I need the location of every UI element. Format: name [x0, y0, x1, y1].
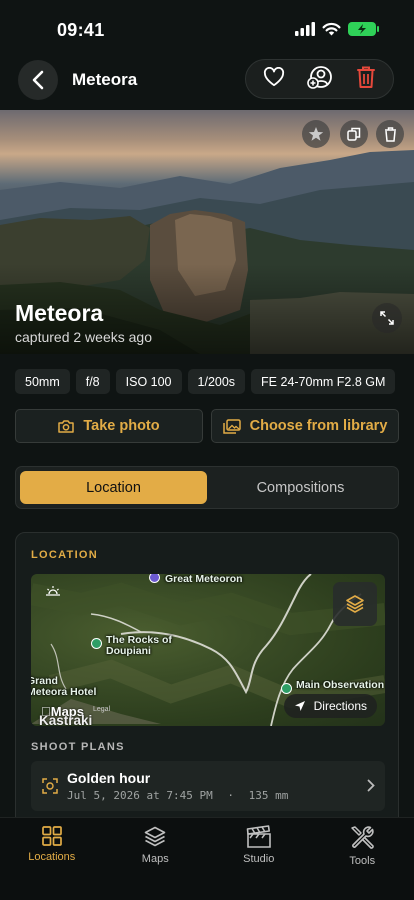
grid-icon: [41, 826, 62, 846]
shoot-plans-label: SHOOT PLANS: [31, 741, 125, 753]
photo-library-icon: [222, 418, 241, 434]
map-label-observation-deck: Main Observation Deck of Meteora: [296, 680, 385, 691]
clapperboard-icon: [246, 825, 271, 848]
take-photo-button[interactable]: Take photo: [15, 409, 203, 443]
photo-delete-button[interactable]: [376, 120, 404, 148]
star-button[interactable]: [302, 120, 330, 148]
take-photo-label: Take photo: [83, 418, 160, 434]
page-title: Meteora: [72, 70, 138, 89]
map-label-kastraki: Kastraki: [39, 713, 93, 726]
camera-icon: [58, 420, 75, 433]
tab-studio[interactable]: Studio: [207, 818, 311, 900]
shoot-plan-date: Jul 5, 2026 at 7:45 PM: [67, 789, 213, 802]
tab-location[interactable]: Location: [20, 471, 207, 504]
heart-icon: [264, 66, 285, 86]
directions-label: Directions: [313, 699, 367, 713]
tab-locations-label: Locations: [28, 851, 76, 863]
chevron-left-icon: [32, 70, 44, 90]
cellular-signal-icon: [295, 22, 315, 36]
trash-icon: [356, 66, 375, 88]
spec-focal-length: 50mm: [15, 369, 70, 394]
map-pin-rocks-doupiani[interactable]: [91, 638, 102, 649]
map-pin-observation-deck[interactable]: [281, 683, 292, 694]
tab-studio-label: Studio: [243, 853, 275, 865]
wrench-screwdriver-icon: [351, 826, 375, 849]
copy-icon: [347, 127, 361, 141]
map-label-rocks-doupiani: The Rocks of Doupiani: [106, 634, 172, 657]
directions-button[interactable]: Directions: [283, 694, 377, 718]
photo-title: Meteora: [15, 300, 104, 326]
tab-maps[interactable]: Maps: [104, 818, 208, 900]
map-label-great-meteoron: Great Meteoron: [165, 574, 243, 585]
choose-library-label: Choose from library: [249, 418, 388, 434]
layers-icon: [346, 595, 364, 613]
choose-library-button[interactable]: Choose from library: [211, 409, 399, 443]
shoot-plan-item[interactable]: Golden hour Jul 5, 2026 at 7:45 PM · 135…: [31, 761, 385, 811]
duplicate-button[interactable]: [340, 120, 368, 148]
spec-iso: ISO 100: [115, 369, 182, 394]
share-person-button[interactable]: [307, 65, 333, 94]
photo-actions: Take photo Choose from library: [15, 409, 399, 443]
viewfinder-icon: [42, 778, 58, 794]
nav-actions-group: [245, 59, 394, 99]
hero-photo[interactable]: Meteora captured 2 weeks ago: [0, 110, 414, 354]
spec-lens: FE 24-70mm F2.8 GM: [251, 369, 396, 394]
layers-icon: [144, 826, 166, 847]
spec-shutter: 1/200s: [187, 369, 246, 394]
shoot-plan-focal: 135 mm: [248, 789, 289, 802]
favorite-button[interactable]: [263, 66, 285, 92]
delete-button[interactable]: [356, 65, 376, 94]
tab-maps-label: Maps: [141, 853, 169, 865]
shoot-plan-title: Golden hour: [67, 770, 151, 786]
tab-tools-label: Tools: [349, 855, 376, 867]
location-section-label: LOCATION: [31, 549, 99, 561]
chevron-right-icon: [367, 779, 375, 792]
expand-button[interactable]: [372, 303, 402, 333]
nav-bar: Meteora: [0, 58, 414, 102]
tab-bar: Locations Maps Studio Tools: [0, 817, 414, 900]
shoot-plan-separator: ·: [227, 789, 234, 802]
status-bar: 09:41: [0, 0, 414, 56]
wifi-icon: [322, 22, 341, 36]
status-icons: [295, 22, 379, 36]
location-card: LOCATION Great Meteoron The Rocks of Dou…: [15, 532, 399, 832]
star-icon: [308, 127, 324, 141]
map-legal-link[interactable]: Legal: [93, 706, 110, 713]
map-layers-button[interactable]: [333, 582, 377, 626]
detail-segmented-control: Location Compositions: [15, 466, 399, 509]
shoot-plan-meta: Jul 5, 2026 at 7:45 PM · 135 mm: [67, 789, 288, 802]
person-add-icon: [307, 65, 333, 89]
location-map[interactable]: Great Meteoron The Rocks of Doupiani Mai…: [31, 574, 385, 726]
expand-arrows-icon: [380, 311, 394, 325]
spec-aperture: f/8: [75, 369, 110, 394]
status-time: 09:41: [57, 20, 105, 40]
back-button[interactable]: [18, 60, 58, 100]
sun-horizon-icon: [46, 586, 60, 596]
location-arrow-icon: [294, 701, 305, 711]
camera-specs: 50mm f/8 ISO 100 1/200s FE 24-70mm F2.8 …: [15, 369, 396, 394]
map-label-grand-meteora: Grand Meteora Hotel: [31, 675, 97, 698]
tab-compositions[interactable]: Compositions: [207, 471, 394, 504]
trash-icon: [384, 126, 396, 142]
photo-capture-date: captured 2 weeks ago: [15, 329, 152, 345]
battery-charging-icon: [348, 22, 379, 36]
tab-tools[interactable]: Tools: [311, 818, 414, 900]
tab-locations[interactable]: Locations: [0, 818, 104, 900]
